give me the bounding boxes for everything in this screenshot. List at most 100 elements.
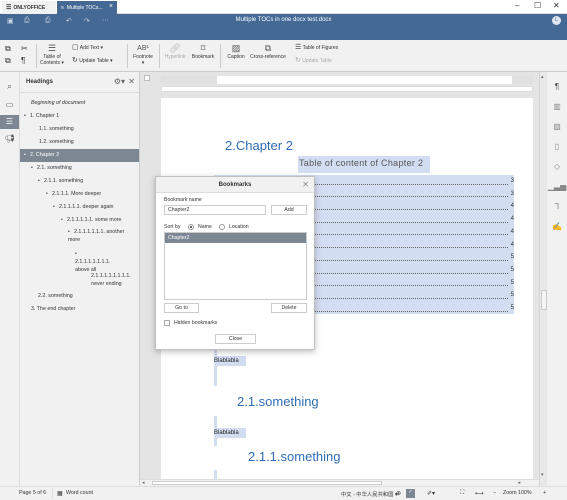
heading-label: 1. Chapter 1 [30, 113, 60, 119]
heading-item[interactable]: • 2.1.1.1.1. deeper again [20, 201, 139, 214]
bookmark-list-item[interactable]: Chapter2 [165, 233, 306, 243]
fit-width-icon[interactable]: ⟷ [475, 490, 484, 497]
zoom-level[interactable]: Zoom 100% [503, 490, 532, 496]
panel-title: Headings [26, 79, 54, 85]
heading-item[interactable]: 3. The end chapter [20, 303, 139, 316]
document-tab[interactable]: ≡ Multiple TOCs... × [57, 1, 117, 14]
heading-item[interactable]: Beginning of document [20, 97, 139, 110]
header-footer-settings-icon[interactable]: ▯ [547, 142, 567, 151]
toc-page-number: 5 [510, 266, 514, 273]
caption-button[interactable]: ▨ Caption [224, 43, 248, 60]
expand-bullet-icon[interactable]: • [75, 250, 81, 258]
add-text-button[interactable]: ▢ Add Text ▾ [72, 44, 103, 51]
image-settings-icon[interactable]: ▨ [547, 122, 567, 131]
scroll-up-icon[interactable]: ▴ [541, 74, 544, 80]
brand-tab[interactable]: ☰ ONLYOFFICE [2, 1, 56, 14]
cut-icon[interactable]: ✂ [21, 45, 28, 53]
zoom-in-button[interactable]: + [543, 490, 546, 496]
maximize-button[interactable]: ☐ [534, 1, 541, 10]
table-of-figures-label: Table of Figures [302, 45, 339, 51]
heading-item[interactable]: 1.2. something [20, 136, 139, 149]
heading-item[interactable]: • 2.1.1.1. More deeper [20, 188, 139, 201]
signature-settings-icon[interactable]: ✍ [547, 222, 567, 231]
navigation-icon[interactable]: ☰ [0, 115, 19, 129]
word-count-button[interactable]: Word count [66, 490, 93, 496]
heading-item[interactable]: • 2.1.1.1.1.1.1. another more [20, 226, 139, 248]
page-indicator[interactable]: Page 5 of 6 [19, 490, 46, 496]
copy-icon[interactable]: ⧉ [5, 45, 11, 53]
hyperlink-label: Hyperlink [164, 54, 186, 60]
feedback-icon[interactable]: 📢︎ [0, 132, 19, 146]
go-to-button[interactable]: Go to [164, 303, 199, 313]
heading-item-selected[interactable]: • 2. Chapter 2 [20, 149, 139, 162]
sort-name-radio[interactable] [188, 224, 194, 230]
footnote-button[interactable]: AB¹ Footnote ▾ [130, 43, 156, 66]
status-bar: Page 5 of 6 ▦ Word count 中文 - 中华人民共和国 ▾ … [0, 486, 567, 500]
vertical-scrollbar[interactable]: ▴ ▾ [539, 72, 547, 486]
bookmarks-list[interactable]: Chapter2 [164, 232, 307, 300]
cross-reference-button[interactable]: ⧉ Cross-reference [249, 43, 287, 60]
bookmark-icon: ⌑ [200, 43, 206, 53]
update-table-button[interactable]: ↻ Update Table ▾ [72, 57, 113, 64]
minimize-button[interactable]: – [515, 1, 519, 10]
add-button[interactable]: Add [271, 205, 307, 215]
paste-icon[interactable]: ⧉ [5, 57, 11, 65]
table-of-contents-button[interactable]: ☰ Table of Contents ▾ [38, 43, 66, 66]
paragraph-settings-icon[interactable]: ¶ [547, 82, 567, 91]
sort-name-label: Name [198, 224, 212, 230]
dialog-close-icon[interactable]: ✕ [302, 177, 309, 193]
dialog-header: Bookmarks ✕ [156, 177, 314, 193]
scroll-down-icon[interactable]: ▾ [541, 472, 544, 478]
bookmark-button[interactable]: ⌑ Bookmark [190, 43, 216, 60]
fit-page-icon[interactable]: ⛶ [460, 490, 464, 497]
language-dropdown[interactable]: 中文 - 中华人民共和国 ▾ [341, 490, 398, 498]
word-count-icon[interactable]: ▦ [57, 490, 63, 497]
window-close-button[interactable]: ✕ [553, 1, 560, 10]
onlyoffice-logo-icon: ☰ [6, 5, 12, 11]
update-figures-table-button[interactable]: ↻ Update Table [295, 57, 332, 64]
settings-gear-icon[interactable]: ⚙▾ [114, 77, 125, 86]
heading-item[interactable]: • 1. Chapter 1 [20, 110, 139, 123]
caption-label: Caption [227, 54, 245, 60]
heading-item[interactable]: •2.1.1.1.1.1.1.1. above all [20, 248, 139, 273]
dialog-title: Bookmarks [218, 182, 252, 188]
zoom-out-button[interactable]: − [493, 490, 496, 496]
format-painter-icon[interactable]: ¶ [21, 57, 25, 65]
user-avatar[interactable]: L [552, 16, 561, 25]
globe-icon[interactable]: ⊕ [396, 490, 401, 497]
sort-location-radio[interactable] [219, 224, 225, 230]
toc-icon: ☰ [47, 43, 57, 53]
hscroll-thumb[interactable] [152, 481, 382, 485]
hyperlink-button[interactable]: 🔗︎ Hyperlink [162, 43, 188, 60]
heading-item[interactable]: • 2.1. something [20, 162, 139, 175]
bookmark-label: Bookmark [191, 54, 215, 60]
cross-reference-icon: ⧉ [264, 43, 272, 53]
table-of-figures-button[interactable]: ☰ Table of Figures [295, 44, 339, 51]
horizontal-scrollbar[interactable]: ◂ ▸ [140, 479, 539, 486]
close-button[interactable]: Close [215, 334, 256, 344]
hidden-bookmarks-checkbox[interactable] [164, 320, 170, 326]
track-changes-icon[interactable]: ✐▾ [427, 490, 435, 497]
toc-label: Table of Contents [40, 54, 61, 66]
left-sidebar: ⌕ ▭ ☰ 📢︎ [0, 72, 20, 486]
heading-item[interactable]: • 2.1.1. something [20, 175, 139, 188]
text-art-settings-icon[interactable]: Ꞁ [547, 202, 567, 211]
toolbar-divider [36, 44, 37, 68]
chart-settings-icon[interactable]: ▁▃▅ [547, 182, 567, 191]
heading-label: 2.1.1.1.1.1.1. another more [68, 229, 125, 243]
search-icon[interactable]: ⌕ [0, 80, 19, 94]
tab-stop-selector[interactable] [144, 75, 150, 81]
spellcheck-icon[interactable]: ✓ [406, 489, 415, 498]
close-tab-icon[interactable]: × [109, 3, 113, 10]
heading-item[interactable]: 1.1. something [20, 123, 139, 136]
comments-icon[interactable]: ▭ [0, 98, 19, 112]
heading-item[interactable]: 2.1.1.1.1.1.1.1.1. never ending [20, 270, 139, 292]
delete-button[interactable]: Delete [271, 303, 307, 313]
bookmark-name-input[interactable]: Chapter2 [164, 205, 266, 215]
horizontal-ruler[interactable] [161, 76, 533, 84]
link-icon: 🔗︎ [169, 43, 181, 53]
shape-settings-icon[interactable]: ◇ [547, 162, 567, 171]
close-panel-icon[interactable]: ✕ [128, 77, 135, 86]
table-settings-icon[interactable]: ▥ [547, 102, 567, 111]
heading-item[interactable]: 2.2. something [20, 290, 139, 303]
